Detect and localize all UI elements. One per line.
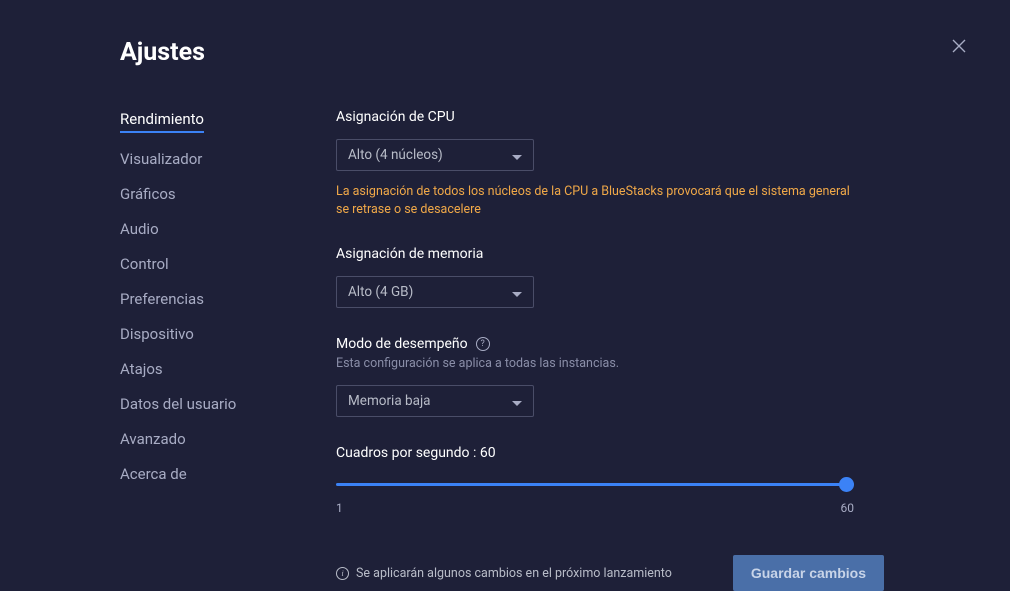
cpu-allocation-value: Alto (4 núcleos) xyxy=(348,147,443,163)
performance-mode-label: Modo de desempeño ? xyxy=(336,336,910,352)
fps-min-label: 1 xyxy=(336,501,343,515)
help-icon[interactable]: ? xyxy=(476,337,490,351)
performance-mode-sublabel: Esta configuración se aplica a todas las… xyxy=(336,356,910,371)
sidebar-item-audio[interactable]: Audio xyxy=(120,220,159,238)
info-text: i Se aplicarán algunos cambios en el pró… xyxy=(336,566,672,581)
fps-max-label: 60 xyxy=(841,501,855,515)
sidebar-item-acerca-de[interactable]: Acerca de xyxy=(120,465,187,483)
sidebar-item-rendimiento[interactable]: Rendimiento xyxy=(120,110,204,133)
cpu-warning-text: La asignación de todos los núcleos de la… xyxy=(336,183,856,218)
sidebar-item-datos-usuario[interactable]: Datos del usuario xyxy=(120,395,236,413)
fps-label: Cuadros por segundo : 60 xyxy=(336,445,910,461)
sidebar-item-dispositivo[interactable]: Dispositivo xyxy=(120,325,194,343)
close-icon xyxy=(952,39,966,53)
memory-allocation-label: Asignación de memoria xyxy=(336,246,910,262)
cpu-allocation-label: Asignación de CPU xyxy=(336,109,910,125)
info-icon: i xyxy=(336,567,349,580)
memory-allocation-dropdown[interactable]: Alto (4 GB) xyxy=(336,276,534,308)
sidebar: Rendimiento Visualizador Gráficos Audio … xyxy=(120,109,336,591)
page-title: Ajustes xyxy=(120,38,970,67)
sidebar-item-control[interactable]: Control xyxy=(120,255,169,273)
sidebar-item-visualizador[interactable]: Visualizador xyxy=(120,150,202,168)
sidebar-item-preferencias[interactable]: Preferencias xyxy=(120,290,204,308)
cpu-allocation-dropdown[interactable]: Alto (4 núcleos) xyxy=(336,139,534,171)
performance-mode-dropdown[interactable]: Memoria baja xyxy=(336,385,534,417)
chevron-down-icon xyxy=(512,283,522,302)
sidebar-item-graficos[interactable]: Gráficos xyxy=(120,185,176,203)
chevron-down-icon xyxy=(512,146,522,165)
memory-allocation-value: Alto (4 GB) xyxy=(348,284,413,300)
slider-track xyxy=(336,483,854,486)
sidebar-item-avanzado[interactable]: Avanzado xyxy=(120,430,186,448)
save-button[interactable]: Guardar cambios xyxy=(733,555,884,591)
slider-thumb[interactable] xyxy=(839,477,854,492)
fps-slider[interactable] xyxy=(336,475,854,495)
close-button[interactable] xyxy=(952,38,966,57)
main-panel: Asignación de CPU Alto (4 núcleos) La as… xyxy=(336,109,970,591)
sidebar-item-atajos[interactable]: Atajos xyxy=(120,360,163,378)
chevron-down-icon xyxy=(512,392,522,411)
performance-mode-value: Memoria baja xyxy=(348,393,431,409)
